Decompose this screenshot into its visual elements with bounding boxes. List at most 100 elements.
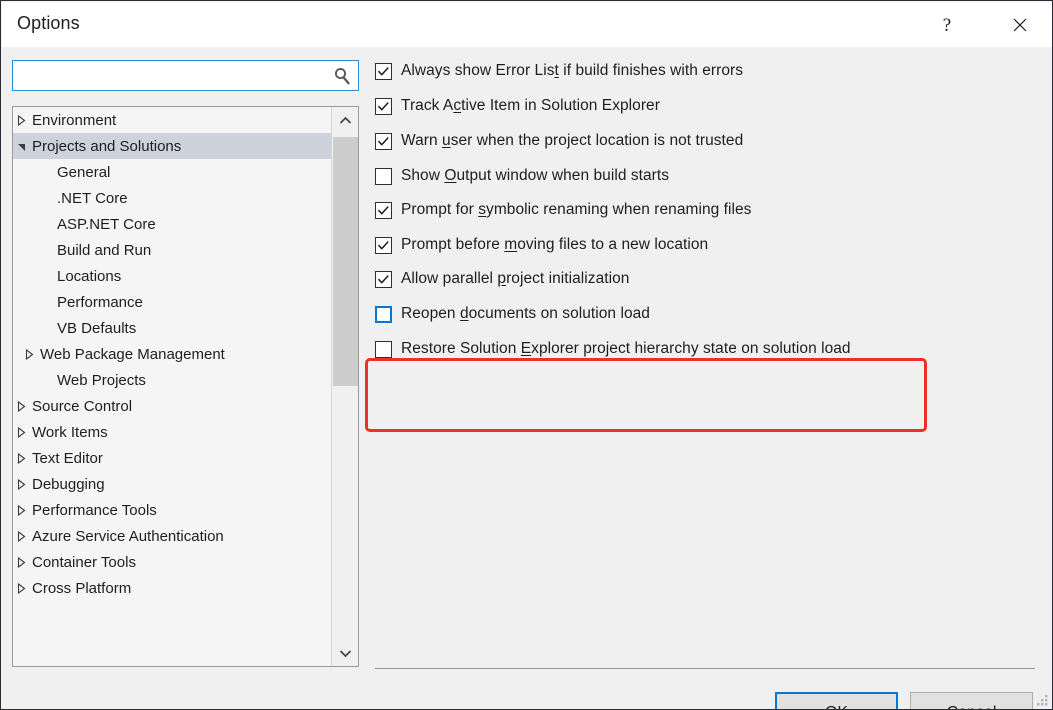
checkbox-row-prompt-before-moving-files[interactable]: Prompt before moving files to a new loca… xyxy=(375,234,708,256)
checkbox-unchecked[interactable] xyxy=(375,305,392,323)
label-text-before: Warn xyxy=(401,132,443,149)
chevron-down-icon xyxy=(339,649,351,657)
label-text-after: if build finishes with errors xyxy=(558,62,743,79)
tree-item-azure-service-authentication[interactable]: Azure Service Authentication xyxy=(13,523,331,549)
checkbox-label: Warn user when the project location is n… xyxy=(401,132,743,150)
search-icon xyxy=(334,67,350,85)
expander-collapsed-icon[interactable] xyxy=(15,478,28,490)
tree-item-net-core[interactable]: .NET Core xyxy=(13,185,331,211)
expander-collapsed-icon[interactable] xyxy=(15,504,28,516)
tree-item-general[interactable]: General xyxy=(13,159,331,185)
accelerator-char: c xyxy=(453,97,462,114)
label-text-after: ser when the project location is not tru… xyxy=(450,132,744,149)
expander-collapsed-icon[interactable] xyxy=(15,556,28,568)
checkbox-row-warn-user-when-the[interactable]: Warn user when the project location is n… xyxy=(375,130,743,152)
tree-item-vb-defaults[interactable]: VB Defaults xyxy=(13,315,331,341)
help-button[interactable]: ? xyxy=(924,3,970,47)
checkmark-icon xyxy=(377,274,389,284)
chevron-up-icon xyxy=(339,116,351,124)
checkbox-row-reopen-documents-on-solution[interactable]: Reopen documents on solution load xyxy=(375,303,650,325)
triangle-right-icon xyxy=(17,400,26,412)
label-text-after: roject initialization xyxy=(506,270,630,287)
expander-collapsed-icon[interactable] xyxy=(15,426,28,438)
tree-item-performance-tools[interactable]: Performance Tools xyxy=(13,497,331,523)
label-text-before: Restore Solution xyxy=(401,340,521,357)
tree-item-label: Azure Service Authentication xyxy=(32,527,224,545)
expander-collapsed-icon[interactable] xyxy=(15,452,28,464)
expander-collapsed-icon[interactable] xyxy=(15,530,28,542)
tree-item-label: VB Defaults xyxy=(57,319,137,337)
checkbox-unchecked[interactable] xyxy=(375,340,392,358)
checkbox-row-prompt-for-symbolic-renaming[interactable]: Prompt for symbolic renaming when renami… xyxy=(375,199,751,221)
tree-item-debugging[interactable]: Debugging xyxy=(13,471,331,497)
options-checkbox-list: Always show Error List if build finishes… xyxy=(375,60,1035,660)
tree-item-label: ASP.NET Core xyxy=(57,215,156,233)
search-input[interactable] xyxy=(20,61,324,92)
triangle-right-icon xyxy=(17,426,26,438)
checkbox-label: Show Output window when build starts xyxy=(401,167,669,185)
tree-item-label: Work Items xyxy=(32,423,108,441)
accelerator-char: O xyxy=(444,167,457,184)
checkbox-checked[interactable] xyxy=(375,201,392,219)
tree-item-environment[interactable]: Environment xyxy=(13,107,331,133)
tree-item-container-tools[interactable]: Container Tools xyxy=(13,549,331,575)
tree-item-label: Web Package Management xyxy=(40,345,225,363)
tree-item-cross-platform[interactable]: Cross Platform xyxy=(13,575,331,601)
checkbox-row-allow-parallel-project-initialization[interactable]: Allow parallel project initialization xyxy=(375,268,629,290)
options-category-tree[interactable]: Environment Projects and Solutions General… xyxy=(12,106,359,667)
label-text-before: Reopen xyxy=(401,305,460,322)
checkbox-checked[interactable] xyxy=(375,270,392,288)
tree-item-work-items[interactable]: Work Items xyxy=(13,419,331,445)
tree-item-text-editor[interactable]: Text Editor xyxy=(13,445,331,471)
triangle-right-icon xyxy=(17,556,26,568)
label-text-after: utput window when build starts xyxy=(456,167,670,184)
tree-item-locations[interactable]: Locations xyxy=(13,263,331,289)
scroll-down-button[interactable] xyxy=(332,640,358,666)
checkbox-row-always-show-error-list[interactable]: Always show Error List if build finishes… xyxy=(375,60,743,82)
checkbox-row-restore-solution-explorer-project[interactable]: Restore Solution Explorer project hierar… xyxy=(375,338,851,360)
tree-item-label: Projects and Solutions xyxy=(32,137,182,155)
label-text-after: tive Item in Solution Explorer xyxy=(461,97,660,114)
triangle-right-icon xyxy=(17,582,26,594)
tree-item-projects-and-solutions[interactable]: Projects and Solutions xyxy=(13,133,331,159)
tree-item-web-package-management[interactable]: Web Package Management xyxy=(13,341,331,367)
checkbox-unchecked[interactable] xyxy=(375,167,392,185)
accelerator-char: E xyxy=(520,340,532,357)
tree-scrollbar[interactable] xyxy=(331,107,358,666)
expander-collapsed-icon[interactable] xyxy=(15,400,28,412)
resize-grip-icon[interactable] xyxy=(1036,694,1049,707)
tree-item-label: Debugging xyxy=(32,475,105,493)
scrollbar-thumb[interactable] xyxy=(333,137,358,386)
checkbox-checked[interactable] xyxy=(375,97,392,115)
tree-item-performance[interactable]: Performance xyxy=(13,289,331,315)
footer-separator xyxy=(375,668,1035,669)
checkbox-row-show-output-window-when[interactable]: Show Output window when build starts xyxy=(375,165,669,187)
expander-collapsed-icon[interactable] xyxy=(23,348,36,360)
scroll-up-button[interactable] xyxy=(332,107,358,133)
label-text-before: Allow parallel xyxy=(401,270,498,287)
question-mark-icon: ? xyxy=(942,14,952,36)
tree-item-build-and-run[interactable]: Build and Run xyxy=(13,237,331,263)
tree-item-label: Environment xyxy=(32,111,117,129)
close-button[interactable] xyxy=(997,3,1043,47)
label-text-before: Show xyxy=(401,167,445,184)
dialog-title: Options xyxy=(17,13,80,33)
cancel-button[interactable]: Cancel xyxy=(910,692,1033,709)
label-text-before: Prompt for xyxy=(401,201,479,218)
tree-item-asp-net-core[interactable]: ASP.NET Core xyxy=(13,211,331,237)
checkmark-icon xyxy=(377,66,389,76)
checkbox-checked[interactable] xyxy=(375,132,392,150)
tree-item-source-control[interactable]: Source Control xyxy=(13,393,331,419)
expander-expanded-icon[interactable] xyxy=(15,141,28,152)
checkbox-checked[interactable] xyxy=(375,236,392,254)
checkbox-row-track-active-item-in[interactable]: Track Active Item in Solution Explorer xyxy=(375,95,660,117)
expander-collapsed-icon[interactable] xyxy=(15,114,28,126)
accelerator-char: p xyxy=(497,270,507,287)
search-box[interactable] xyxy=(12,60,359,92)
expander-collapsed-icon[interactable] xyxy=(15,582,28,594)
ok-button[interactable]: OK xyxy=(775,692,898,709)
tree-item-web-projects[interactable]: Web Projects xyxy=(13,367,331,393)
tree-item-label: .NET Core xyxy=(57,189,128,207)
label-text-after: xplorer project hierarchy state on solut… xyxy=(531,340,851,357)
checkbox-checked[interactable] xyxy=(375,62,392,80)
